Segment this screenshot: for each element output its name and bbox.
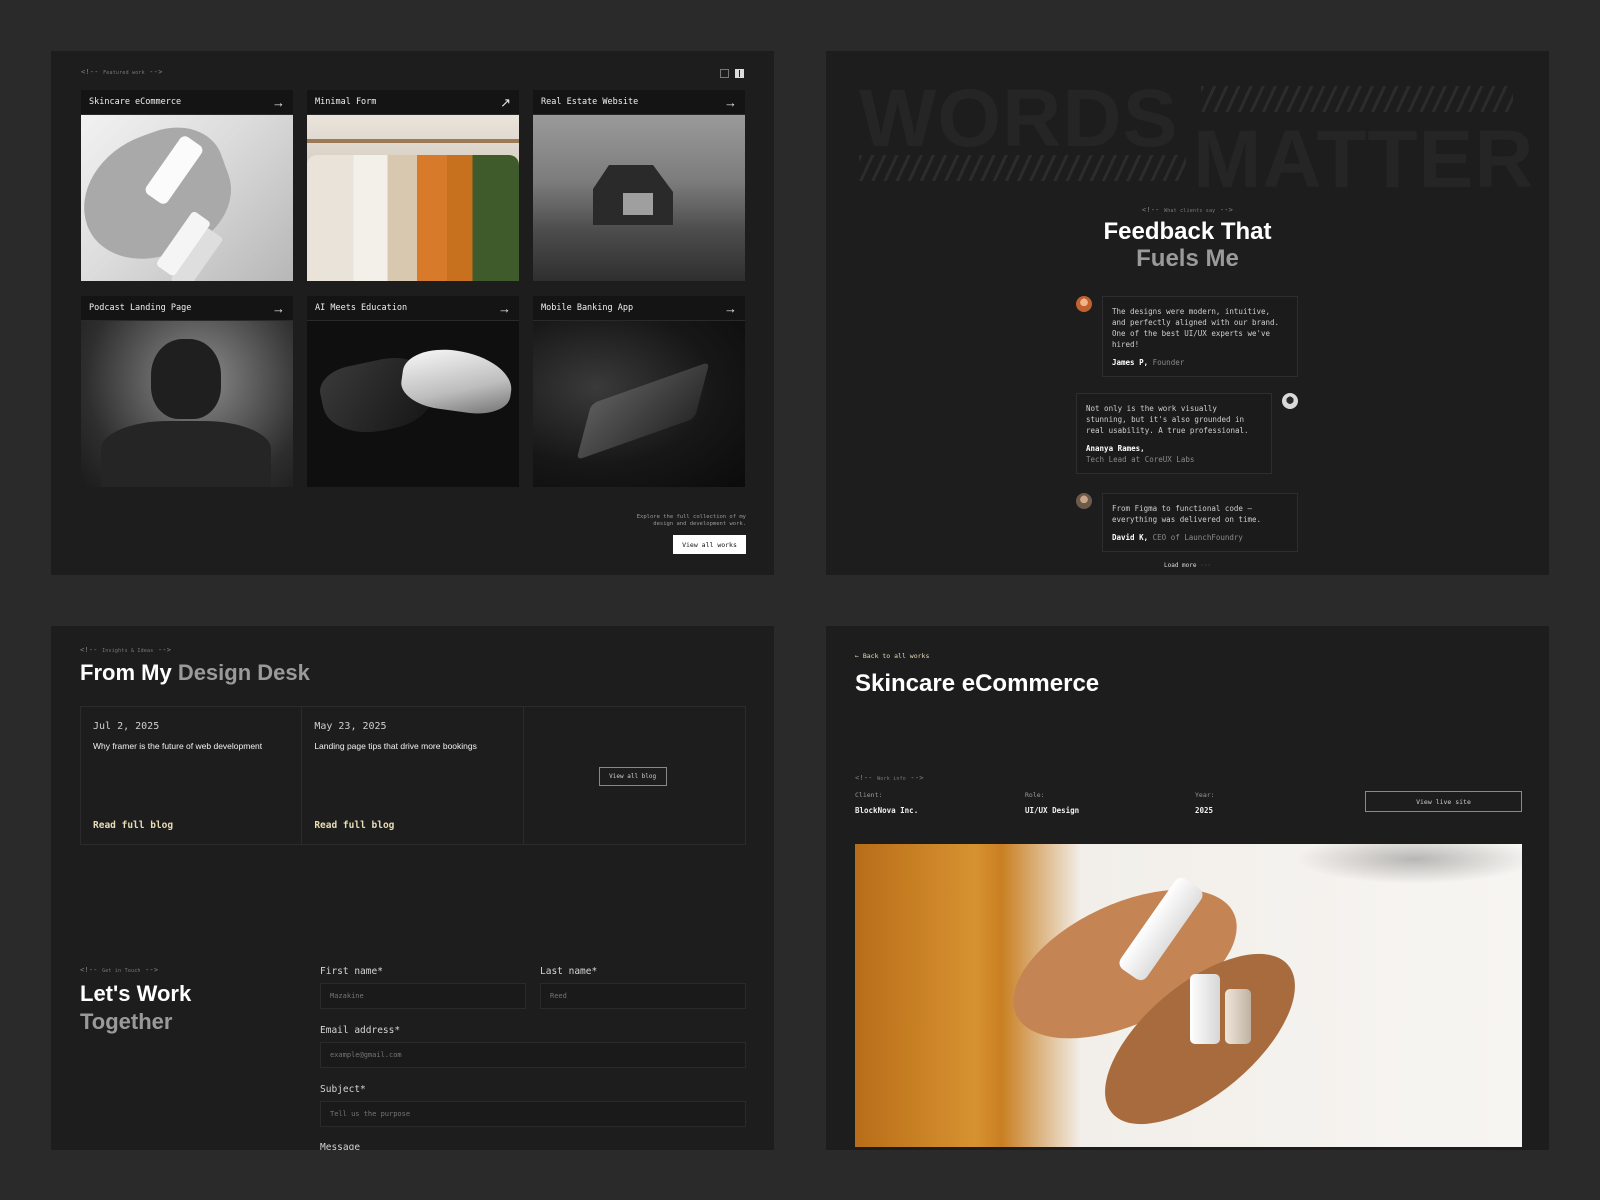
arrow-right-icon[interactable]: → <box>724 96 737 109</box>
blog-card[interactable]: Jul 2, 2025 Why framer is the future of … <box>81 707 303 844</box>
work-image[interactable] <box>307 321 519 487</box>
work-title: Skincare eCommerce <box>89 97 182 107</box>
view-toggle[interactable] <box>720 69 744 78</box>
testimonial-card: Not only is the work visually stunning, … <box>1076 393 1272 474</box>
role-label: Role: <box>1025 791 1045 799</box>
year-label: Year: <box>1195 791 1215 799</box>
work-image[interactable] <box>81 115 293 281</box>
first-name-input[interactable] <box>320 983 526 1009</box>
arrow-right-icon[interactable]: → <box>272 302 285 315</box>
work-image[interactable] <box>533 321 745 487</box>
subject-label: Subject* <box>320 1084 366 1095</box>
work-card-real-estate[interactable]: Real Estate Website → <box>533 90 745 281</box>
client-label: Client: <box>855 791 883 799</box>
big-word-words: WORDS <box>859 73 1179 164</box>
grid-small-icon[interactable] <box>735 69 744 78</box>
first-name-label: First name* <box>320 966 383 977</box>
work-title: Minimal Form <box>315 97 377 107</box>
testimonial-quote: From Figma to functional code — everythi… <box>1112 504 1262 524</box>
avatar <box>1076 296 1092 312</box>
arrow-up-right-icon[interactable]: ↗ <box>500 96 511 109</box>
case-hero-image <box>855 844 1522 1147</box>
case-study-panel: ← Back to all works Skincare eCommerce <… <box>826 626 1549 1150</box>
blog-date: Jul 2, 2025 <box>93 721 160 732</box>
blog-headline: Landing page tips that drive more bookin… <box>314 741 477 751</box>
work-title: Podcast Landing Page <box>89 303 192 313</box>
testimonial-role: Founder <box>1152 358 1185 367</box>
hatch-decoration <box>859 155 1186 181</box>
work-card-podcast[interactable]: Podcast Landing Page → <box>81 296 293 487</box>
blog-grid: Jul 2, 2025 Why framer is the future of … <box>80 706 746 845</box>
work-image[interactable] <box>533 115 745 281</box>
testimonial-name: David K, <box>1112 533 1149 542</box>
back-to-all-works-link[interactable]: ← Back to all works <box>855 652 929 660</box>
work-grid: Skincare eCommerce → Minimal Form ↗ Real E… <box>81 90 745 487</box>
work-image[interactable] <box>307 115 519 281</box>
work-card-skincare[interactable]: Skincare eCommerce → <box>81 90 293 281</box>
testimonial-quote: Not only is the work visually stunning, … <box>1086 404 1249 435</box>
message-label: Message <box>320 1142 361 1150</box>
featured-comment: <!-- Featured work --> <box>81 68 163 76</box>
blog-contact-panel: <!-- Insights & Ideas --> From My Design… <box>51 626 774 1150</box>
grid-large-icon[interactable] <box>720 69 729 78</box>
case-title: Skincare eCommerce <box>855 670 1100 697</box>
read-full-blog-link[interactable]: Read full blog <box>314 820 394 831</box>
email-label: Email address* <box>320 1025 401 1036</box>
last-name-label: Last name* <box>540 966 598 977</box>
contact-title: Let's Work Together <box>80 981 192 1034</box>
work-info-comment: <!-- Work info --> <box>855 774 924 782</box>
testimonials-panel: WORDS MATTER <!-- What clients say --> F… <box>826 51 1549 575</box>
work-image[interactable] <box>81 321 293 487</box>
arrow-right-icon[interactable]: → <box>498 302 511 315</box>
work-title: AI Meets Education <box>315 303 408 313</box>
testimonial-quote: The designs were modern, intuitive, and … <box>1112 307 1280 349</box>
featured-work-panel: <!-- Featured work --> Skincare eCommerc… <box>51 51 774 575</box>
avatar <box>1282 393 1298 409</box>
last-name-input[interactable] <box>540 983 746 1009</box>
view-all-works-button[interactable]: View all works <box>673 535 746 554</box>
blog-headline: Why framer is the future of web developm… <box>93 741 263 751</box>
view-live-site-button[interactable]: View live site <box>1365 791 1522 812</box>
view-all-blog-button[interactable]: View all blog <box>598 767 667 786</box>
arrow-right-icon[interactable]: → <box>272 96 285 109</box>
big-word-matter: MATTER <box>1193 114 1535 205</box>
testimonial-name: James P, <box>1112 358 1149 367</box>
blog-date: May 23, 2025 <box>314 721 387 732</box>
blog-comment: <!-- Insights & Ideas --> <box>80 646 172 654</box>
testimonial-name: Ananya Rames, <box>1086 444 1145 453</box>
testimonial-role: CEO of LaunchFoundry <box>1152 533 1243 542</box>
blog-title: From My Design Desk <box>80 660 310 685</box>
avatar <box>1076 493 1092 509</box>
hatch-decoration <box>1201 86 1513 112</box>
testimonial-card: The designs were modern, intuitive, and … <box>1102 296 1298 377</box>
contact-comment: <!-- Get in Touch --> <box>80 966 159 974</box>
testimonials-comment: <!-- What clients say --> <box>1141 206 1234 214</box>
client-value: BlockNova Inc. <box>855 806 919 815</box>
blog-card-view-all: View all blog <box>524 707 745 844</box>
arrow-right-icon[interactable]: → <box>724 302 737 315</box>
subject-input[interactable] <box>320 1101 746 1127</box>
work-title: Real Estate Website <box>541 97 639 107</box>
year-value: 2025 <box>1195 806 1214 815</box>
email-input[interactable] <box>320 1042 746 1068</box>
testimonial-role: Tech Lead at CoreUX Labs <box>1086 455 1195 464</box>
work-card-minimal-form[interactable]: Minimal Form ↗ <box>307 90 519 281</box>
blog-card[interactable]: May 23, 2025 Landing page tips that driv… <box>302 707 524 844</box>
work-card-mobile-banking[interactable]: Mobile Banking App → <box>533 296 745 487</box>
explore-text: Explore the full collection of my design… <box>636 514 746 527</box>
testimonials-title: Feedback That Fuels Me <box>1103 218 1272 272</box>
read-full-blog-link[interactable]: Read full blog <box>93 820 173 831</box>
work-card-ai-education[interactable]: AI Meets Education → <box>307 296 519 487</box>
load-more-button[interactable]: Load more ··· <box>826 562 1549 569</box>
role-value: UI/UX Design <box>1025 806 1080 815</box>
testimonial-card: From Figma to functional code — everythi… <box>1102 493 1298 552</box>
work-title: Mobile Banking App <box>541 303 634 313</box>
